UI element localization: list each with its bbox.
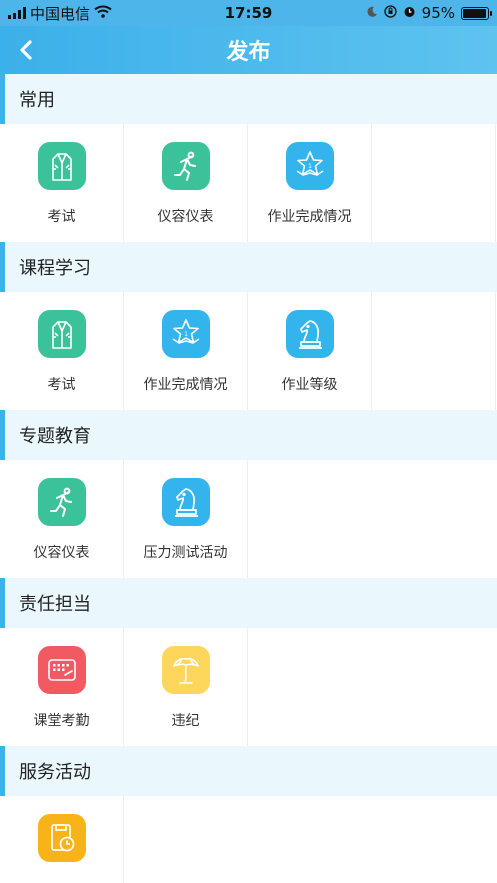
grid-empty-cell xyxy=(372,292,496,410)
grid-item-label: 违纪 xyxy=(171,713,200,729)
palm-tree-icon xyxy=(161,646,210,694)
carrier-label: 中国电信 xyxy=(30,4,91,23)
grid-item-label: 仪容仪表 xyxy=(33,545,90,561)
grid-empty-cell xyxy=(248,628,372,746)
chevron-left-icon xyxy=(20,40,32,60)
section-grid-course: 考试 1 作业完成情况 作业等级 xyxy=(0,292,497,410)
section-grid-common: 考试 仪容仪表 1 作业完成情况 xyxy=(0,124,497,242)
grid-item-label: 作业完成情况 xyxy=(267,209,352,225)
grid-item-discipline[interactable]: 违纪 xyxy=(124,628,248,746)
grid-item-appearance[interactable]: 仪容仪表 xyxy=(0,460,124,578)
grid-item-label: 课堂考勤 xyxy=(33,713,90,729)
content: 常用 考试 仪容仪表 1 作业完成情况 课程学习 考试 1 作业完成情况 作业等… xyxy=(0,74,497,883)
grid-item-label: 作业等级 xyxy=(281,377,338,393)
svg-text:1: 1 xyxy=(184,331,188,338)
section-header-service: 服务活动 xyxy=(0,746,497,796)
grid-item-appearance[interactable]: 仪容仪表 xyxy=(124,124,248,242)
suit-icon xyxy=(37,310,86,358)
grid-item-exam[interactable]: 考试 xyxy=(0,292,124,410)
section-grid-service xyxy=(0,796,497,883)
page-title: 发布 xyxy=(226,40,271,65)
runner-icon xyxy=(161,142,210,190)
chess-knight-icon xyxy=(285,310,334,358)
grid-item-label: 作业完成情况 xyxy=(143,377,228,393)
grid-item-label: 考试 xyxy=(47,377,76,393)
orientation-lock-icon xyxy=(384,4,397,22)
grid-empty-cell xyxy=(372,124,496,242)
grid-item-homework-grade[interactable]: 作业等级 xyxy=(248,292,372,410)
grid-item-label: 考试 xyxy=(47,209,76,225)
signal-icon xyxy=(8,7,26,19)
alarm-icon xyxy=(403,4,416,22)
nav-bar: 发布 xyxy=(0,26,497,74)
grid-item-homework[interactable]: 1 作业完成情况 xyxy=(248,124,372,242)
moon-icon xyxy=(366,4,378,22)
svg-text:1: 1 xyxy=(308,163,312,170)
section-header-responsibility: 责任担当 xyxy=(0,578,497,628)
section-grid-topic: 仪容仪表 压力测试活动 xyxy=(0,460,497,578)
back-button[interactable] xyxy=(10,34,42,66)
grid-item-attendance[interactable]: 课堂考勤 xyxy=(0,628,124,746)
status-bar: 中国电信 17:59 95% xyxy=(0,0,497,26)
battery-percent: 95% xyxy=(421,4,455,22)
grid-item-exam[interactable]: 考试 xyxy=(0,124,124,242)
section-header-topic: 专题教育 xyxy=(0,410,497,460)
section-header-common: 常用 xyxy=(0,74,497,124)
clock-doc-icon xyxy=(37,814,86,862)
grid-item-label: 压力测试活动 xyxy=(143,545,228,561)
grid-empty-cell xyxy=(124,796,248,883)
star-badge-icon: 1 xyxy=(285,142,334,190)
battery-icon xyxy=(461,6,492,20)
suit-icon xyxy=(37,142,86,190)
grid-item-label: 仪容仪表 xyxy=(157,209,214,225)
wifi-icon xyxy=(94,4,112,22)
section-grid-responsibility: 课堂考勤 违纪 xyxy=(0,628,497,746)
section-header-course: 课程学习 xyxy=(0,242,497,292)
grid-empty-cell xyxy=(248,460,372,578)
star-badge-icon: 1 xyxy=(161,310,210,358)
chess-knight-icon xyxy=(161,478,210,526)
keyboard-icon xyxy=(37,646,86,694)
runner-icon xyxy=(37,478,86,526)
grid-item-service[interactable] xyxy=(0,796,124,883)
grid-item-homework[interactable]: 1 作业完成情况 xyxy=(124,292,248,410)
grid-item-stress-test[interactable]: 压力测试活动 xyxy=(124,460,248,578)
